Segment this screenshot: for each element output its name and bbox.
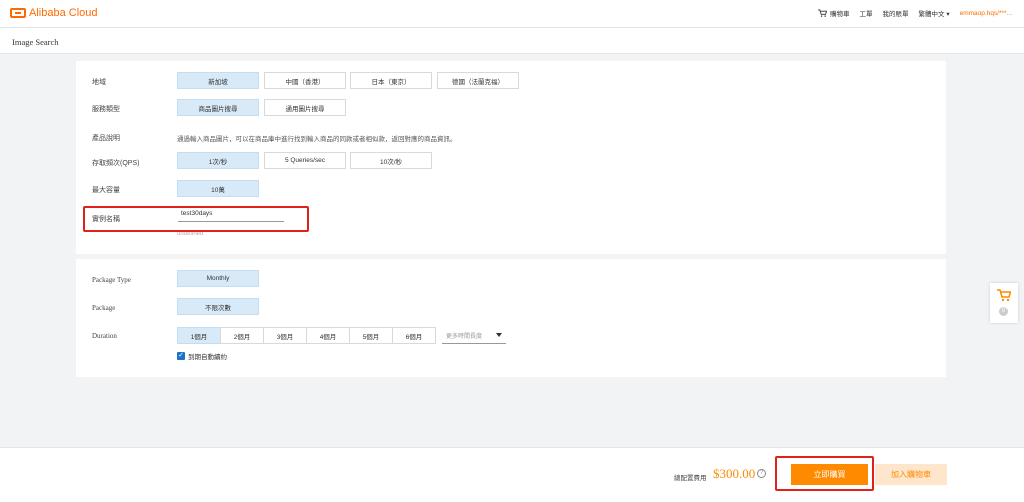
nav-user-account[interactable]: emmaop.hqs/***... — [960, 10, 1012, 17]
top-nav-links: 購物車 工單 我的賬單 繁體中文 ▾ emmaop.hqs/***... — [818, 8, 1012, 18]
logo-text: Alibaba Cloud — [29, 7, 98, 19]
service-option-product[interactable]: 商品圖片搜尋 — [177, 99, 259, 116]
qps-option-1[interactable]: 1次/秒 — [177, 152, 259, 169]
floating-cart-count: 0 — [999, 307, 1008, 316]
region-label: 地域 — [92, 79, 106, 86]
duration-option-4[interactable]: 4個月 — [306, 327, 350, 344]
package-type-label: Package Type — [92, 276, 131, 284]
caret-down-icon — [496, 333, 502, 337]
cart-icon — [818, 9, 828, 17]
nav-cart[interactable]: 購物車 — [818, 8, 850, 18]
capacity-label: 最大容量 — [92, 187, 120, 194]
duration-option-2[interactable]: 2個月 — [220, 327, 264, 344]
package-option-unlimited[interactable]: 不限次數 — [177, 298, 259, 315]
checkout-bar: 總配置費用 $300.00 ? 立即購買 加入購物車 null — [0, 447, 1024, 502]
total-cost-label: 總配置費用 — [674, 475, 707, 482]
nav-language[interactable]: 繁體中文 ▾ — [919, 8, 950, 18]
nav-billing[interactable]: 我的賬單 — [883, 8, 909, 18]
duration-option-5[interactable]: 5個月 — [349, 327, 393, 344]
title-bar: Image Search — [0, 28, 1024, 54]
auto-renew-label: 到期自動續約 — [188, 354, 227, 361]
product-desc-label: 產品說明 — [92, 135, 120, 142]
package-type-option-monthly[interactable]: Monthly — [177, 270, 259, 287]
auto-renew-row: ✓ 到期自動續約 — [177, 351, 227, 361]
nav-ticket[interactable]: 工單 — [860, 8, 873, 18]
add-to-cart-button[interactable]: 加入購物車 — [875, 464, 947, 485]
config-panel: 地域 新加坡 中國（香港） 日本（東京） 德國（法蘭克福） 服務類型 商品圖片搜… — [76, 61, 946, 254]
product-desc-text: 通過輸入商品圖片，可以在商品庫中進行找到輸入商品的同款或者相似款，返回對應的商品… — [177, 136, 457, 143]
duration-more-placeholder: 更多時間長度 — [446, 333, 483, 340]
nav-cart-label: 購物車 — [830, 11, 850, 18]
floating-cart-icon — [997, 289, 1011, 302]
floating-cart[interactable]: 0 — [990, 283, 1018, 323]
region-option-singapore[interactable]: 新加坡 — [177, 72, 259, 89]
duration-option-1[interactable]: 1個月 — [177, 327, 221, 344]
qps-option-10[interactable]: 10次/秒 — [350, 152, 432, 169]
qps-option-5[interactable]: 5 Queries/sec — [264, 152, 346, 169]
capacity-option[interactable]: 10萬 — [177, 180, 259, 197]
auto-renew-checkbox[interactable]: ✓ — [177, 352, 185, 360]
region-option-tokyo[interactable]: 日本（東京） — [350, 72, 432, 89]
language-label: 繁體中文 — [918, 11, 945, 18]
highlight-box-buy-now — [775, 456, 874, 491]
chevron-down-icon: ▾ — [946, 11, 950, 18]
duration-label: Duration — [92, 332, 117, 340]
top-navbar: Alibaba Cloud 購物車 工單 我的賬單 繁體中文 ▾ emmaop.… — [0, 0, 1024, 28]
highlight-box-instance-name — [83, 206, 309, 232]
region-option-frankfurt[interactable]: 德國（法蘭克福） — [437, 72, 519, 89]
package-label: Package — [92, 304, 116, 312]
total-price: $300.00 — [713, 466, 756, 481]
duration-option-6[interactable]: 6個月 — [392, 327, 436, 344]
billing-panel: Package Type Monthly Package 不限次數 Durati… — [76, 259, 946, 377]
qps-label: 存取頻次(QPS) — [92, 160, 140, 167]
service-type-label: 服務類型 — [92, 106, 120, 113]
duration-more-select[interactable]: 更多時間長度 — [442, 327, 506, 344]
alibaba-cloud-logo[interactable]: Alibaba Cloud — [10, 7, 98, 19]
service-option-generic[interactable]: 通用圖片搜尋 — [264, 99, 346, 116]
page-title: Image Search — [12, 37, 59, 47]
duration-option-3[interactable]: 3個月 — [263, 327, 307, 344]
region-option-hongkong[interactable]: 中國（香港） — [264, 72, 346, 89]
help-icon[interactable]: ? — [757, 469, 766, 478]
alibaba-logo-icon — [10, 8, 26, 18]
